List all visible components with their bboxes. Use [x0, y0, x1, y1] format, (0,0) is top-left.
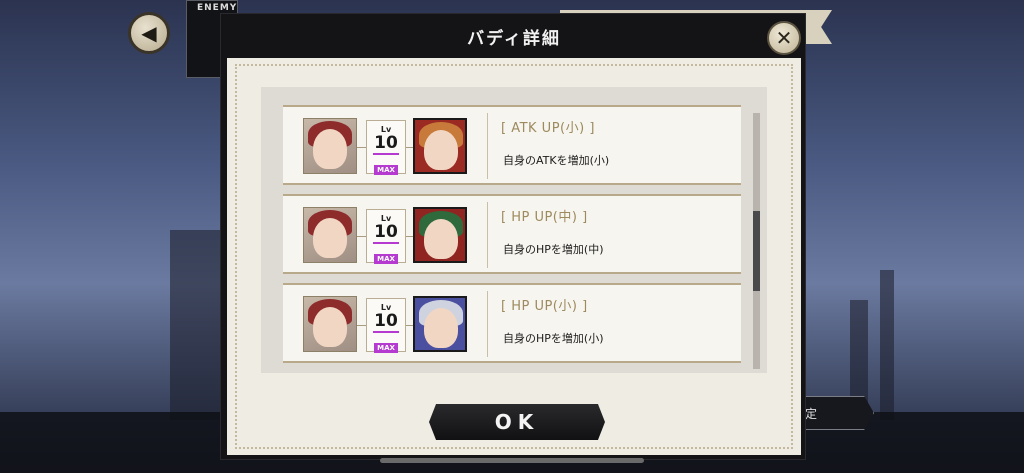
skill-divider	[487, 202, 488, 268]
buddy-face	[424, 219, 458, 259]
connector-line	[406, 236, 413, 237]
enemy-label: ENEMY	[197, 3, 238, 13]
self-face	[313, 129, 347, 169]
skill-divider	[487, 291, 488, 357]
modal-title: バディ詳細	[467, 28, 561, 49]
ok-button-label: OK	[494, 410, 540, 434]
home-indicator[interactable]	[380, 458, 644, 463]
back-button[interactable]: ◀	[128, 12, 170, 54]
self-character-portrait	[303, 207, 357, 263]
level-value: 10	[374, 222, 398, 242]
ok-button[interactable]: OK	[429, 404, 605, 440]
level-box: Lv 10 MAX	[366, 120, 406, 175]
level-bar	[373, 153, 399, 155]
skill-name: [ HP UP(小) ]	[501, 299, 588, 314]
max-badge: MAX	[374, 343, 398, 353]
close-button[interactable]: ✕	[767, 21, 801, 55]
skill-name: [ HP UP(中) ]	[501, 210, 588, 225]
connector-line	[357, 236, 366, 237]
buddy-row: Lv 10 MAX [ ATK UP(小) ] 自身のATKを増加(小)	[283, 105, 741, 185]
level-value: 10	[374, 311, 398, 331]
level-bar	[373, 331, 399, 333]
chevron-left-icon: ◀	[141, 21, 157, 45]
buddy-row: Lv 10 MAX [ HP UP(小) ] 自身のHPを増加(小)	[283, 283, 741, 363]
background-confirm-label: 定	[805, 407, 818, 421]
scrollbar-thumb[interactable]	[753, 211, 760, 291]
self-character-portrait	[303, 118, 357, 174]
skill-divider	[487, 113, 488, 179]
buddy-face	[424, 308, 458, 348]
close-icon: ✕	[775, 26, 793, 50]
self-character-portrait	[303, 296, 357, 352]
buddy-list[interactable]: Lv 10 MAX [ ATK UP(小) ] 自身のATKを増加(小) Lv …	[261, 87, 767, 373]
level-bar	[373, 242, 399, 244]
buddy-face	[424, 130, 458, 170]
skill-name: [ ATK UP(小) ]	[501, 121, 595, 136]
connector-line	[406, 325, 413, 326]
buddy-row: Lv 10 MAX [ HP UP(中) ] 自身のHPを増加(中)	[283, 194, 741, 274]
modal-body: Lv 10 MAX [ ATK UP(小) ] 自身のATKを増加(小) Lv …	[227, 58, 801, 455]
level-box: Lv 10 MAX	[366, 298, 406, 353]
buddy-character-portrait	[413, 296, 467, 352]
buddy-detail-modal: バディ詳細 ✕ Lv 10 MAX [ATK UP(小)] 自身のATKを増…	[220, 13, 806, 460]
self-face	[313, 218, 347, 258]
buddy-character-portrait	[413, 118, 467, 174]
max-badge: MAX	[374, 165, 398, 175]
modal-header: バディ詳細	[221, 14, 807, 58]
skill-description: 自身のHPを増加(中)	[503, 243, 604, 256]
self-face	[313, 307, 347, 347]
skill-description: 自身のATKを増加(小)	[503, 154, 610, 167]
skill-description: 自身のHPを増加(小)	[503, 332, 604, 345]
buddy-character-portrait	[413, 207, 467, 263]
level-value: 10	[374, 133, 398, 153]
background-spire-far-right	[880, 270, 894, 420]
max-badge: MAX	[374, 254, 398, 264]
level-box: Lv 10 MAX	[366, 209, 406, 264]
connector-line	[357, 147, 366, 148]
connector-line	[357, 325, 366, 326]
connector-line	[406, 147, 413, 148]
